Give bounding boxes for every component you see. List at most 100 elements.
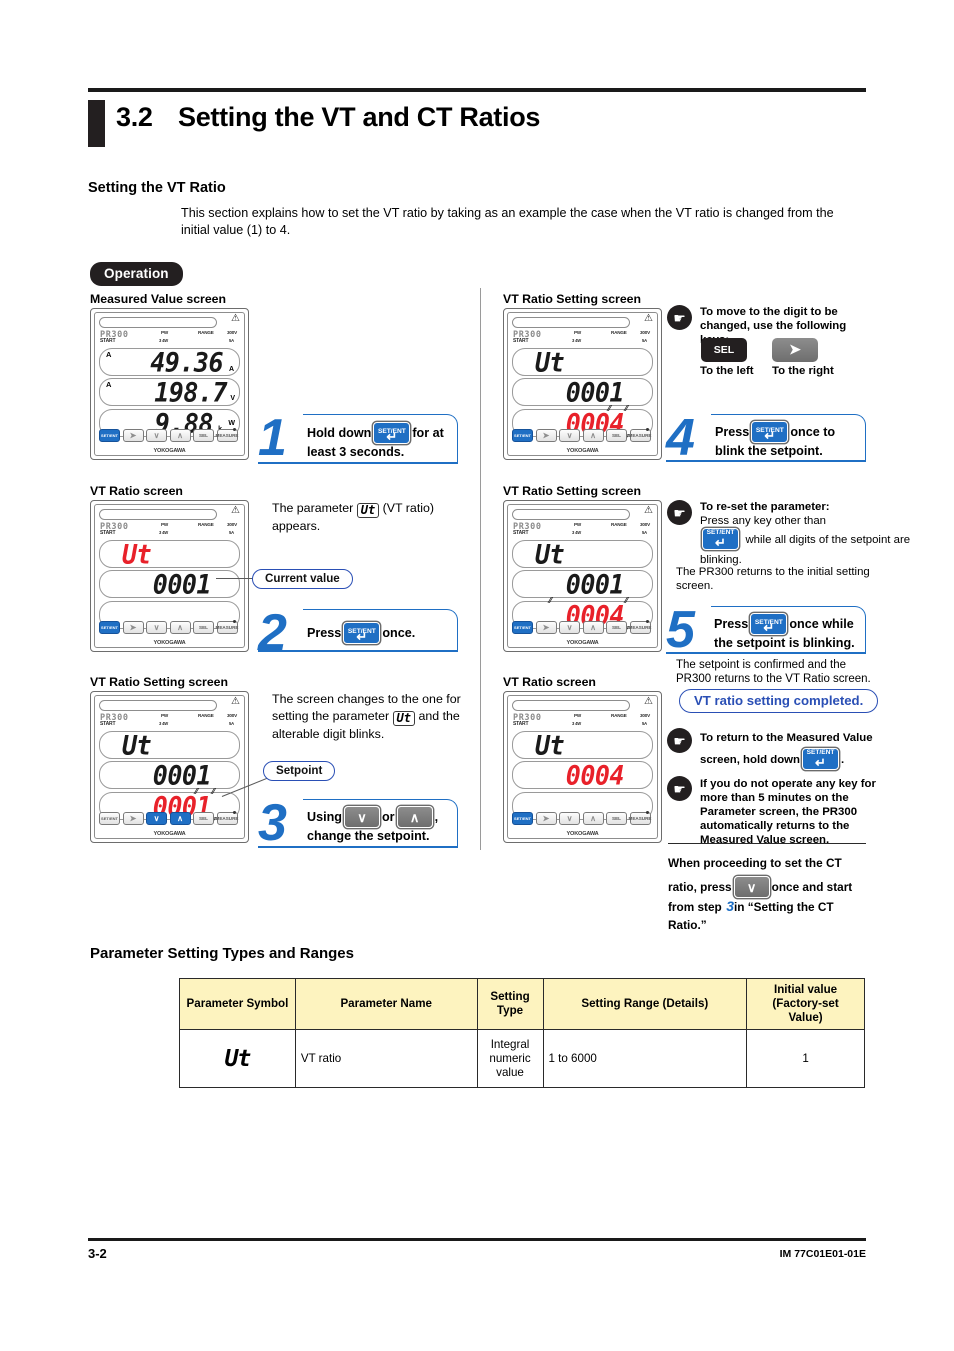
intro-paragraph: This section explains how to set the VT … bbox=[181, 206, 834, 237]
step3-text-or: or bbox=[381, 810, 395, 824]
key-up[interactable]: ∧ bbox=[582, 429, 604, 442]
key-down[interactable]: ∨ bbox=[146, 429, 167, 442]
cell-symbol: Ut bbox=[179, 1029, 296, 1088]
key-sel[interactable]: SEL bbox=[193, 429, 214, 442]
key-measure[interactable]: MEASURE bbox=[216, 811, 239, 825]
note-ct-line: ratio, press ∨ once and start from step 3i… bbox=[668, 876, 873, 934]
device-keyrow-2: SET/ENT ➤ ∨ ∧ SEL MEASURE bbox=[99, 620, 239, 634]
section-title: Setting the VT and CT Ratios bbox=[178, 102, 541, 132]
key-setent[interactable]: SET/ENT bbox=[99, 621, 120, 634]
key-down[interactable]: ∨ bbox=[559, 812, 580, 825]
lcd2-value: 198.7 bbox=[154, 377, 227, 408]
lcd2-unit-right: V bbox=[230, 395, 235, 402]
key-setent[interactable]: SET/ENT bbox=[512, 621, 533, 634]
key-up[interactable]: ∧ bbox=[169, 621, 191, 634]
setent-key-icon[interactable]: SET/ENT ↵ bbox=[373, 422, 411, 444]
note-ct-a: When proceeding to set the CT bbox=[668, 856, 842, 870]
key-right[interactable]: ➤ bbox=[122, 621, 144, 634]
indicator-volt: 300V bbox=[227, 522, 237, 527]
key-right[interactable]: ➤ bbox=[122, 812, 144, 825]
key-setent[interactable]: SET/ENT bbox=[512, 812, 533, 825]
key-down[interactable]: ∨ bbox=[559, 429, 580, 442]
blink-tick-icon: ⁄⁄ bbox=[608, 403, 611, 413]
key-right[interactable]: ➤ bbox=[122, 429, 144, 442]
device-panel-2: ⚠ PR300 START PW 3 4W RANGE 300V 5A Ut 0… bbox=[90, 500, 249, 652]
setent-key-icon[interactable]: SET/ENT ↵ bbox=[343, 622, 381, 644]
table-title: Parameter Setting Types and Ranges bbox=[90, 945, 354, 962]
panel-label-3: VT Ratio Setting screen bbox=[90, 675, 229, 689]
key-sel[interactable]: SEL bbox=[606, 621, 627, 634]
step-callout-base-5 bbox=[666, 652, 866, 654]
key-down[interactable]: ∨ bbox=[559, 621, 580, 634]
parameter-table: Parameter Symbol Parameter Name Setting … bbox=[179, 978, 865, 1088]
key-measure[interactable]: MEASURE bbox=[216, 428, 239, 442]
key-measure[interactable]: MEASURE bbox=[629, 428, 652, 442]
yokogawa-logo: YOKOGAWA bbox=[566, 831, 599, 837]
key-sel[interactable]: SEL bbox=[606, 429, 627, 442]
setent-key-icon[interactable]: SET/ENT ↵ bbox=[802, 748, 839, 770]
lcd2-value: 0001 bbox=[152, 760, 212, 791]
device-keyrow-1: SET/ENT ➤ ∨ ∧ SEL MEASURE bbox=[99, 428, 239, 442]
vt-symbol-icon: Ut bbox=[392, 711, 415, 726]
device-start-label: START bbox=[100, 721, 116, 727]
step-callout-base-4 bbox=[666, 460, 866, 462]
device-start-label: START bbox=[513, 721, 529, 727]
key-up[interactable]: ∧ bbox=[582, 621, 604, 634]
key-sel[interactable]: SEL bbox=[606, 812, 627, 825]
setent-key-icon[interactable]: SET/ENT ↵ bbox=[702, 528, 739, 550]
lcd2-value: 0004 bbox=[565, 760, 625, 791]
indicator-range: RANGE bbox=[611, 713, 627, 718]
th-setting-type-l2: Type bbox=[496, 1004, 524, 1017]
device-start-label: START bbox=[513, 530, 529, 536]
th-initial-l3: Value) bbox=[788, 1011, 823, 1024]
key-setent[interactable]: SET/ENT bbox=[99, 812, 120, 825]
device-keyrow-4: SET/ENT ➤ ∨ ∧ SEL MEASURE bbox=[512, 428, 652, 442]
indicator-pw: PW bbox=[161, 330, 168, 335]
panel2-description: The parameter Ut (VT ratio) appears. bbox=[272, 500, 472, 535]
down-key-icon[interactable]: ∨ bbox=[733, 876, 770, 898]
setent-key-icon[interactable]: SET/ENT ↵ bbox=[750, 613, 788, 635]
blink-tick-icon: ⁄⁄ bbox=[212, 786, 215, 796]
device-start-label: START bbox=[100, 530, 116, 536]
key-setent[interactable]: SET/ENT bbox=[99, 429, 120, 442]
device-top-slot bbox=[512, 317, 630, 328]
step-text-3: Using ∨ or ∧, change the setpoint. bbox=[307, 806, 462, 845]
key-setent[interactable]: SET/ENT bbox=[512, 429, 533, 442]
key-down[interactable]: ∨ bbox=[146, 621, 167, 634]
key-down[interactable]: ∨ bbox=[146, 812, 167, 825]
indicator-amp: 5A bbox=[642, 530, 647, 535]
key-measure[interactable]: MEASURE bbox=[216, 620, 239, 634]
lcd-line-1: Ut bbox=[99, 538, 240, 570]
key-right[interactable]: ➤ bbox=[535, 621, 557, 634]
step-text-4: Press SET/ENT ↵ once to blink the setpoint. bbox=[715, 421, 867, 460]
lcd2-unit-left: A bbox=[106, 380, 112, 389]
right-key-icon[interactable]: ➤ bbox=[772, 338, 818, 362]
step-number-3: 3 bbox=[258, 794, 287, 852]
note-divider bbox=[668, 843, 866, 845]
key-up[interactable]: ∧ bbox=[582, 812, 604, 825]
blink-tick-icon: ⁄⁄ bbox=[549, 595, 552, 605]
note-reset-b-cont bbox=[676, 551, 872, 565]
indicator-volt: 300V bbox=[640, 713, 650, 718]
key-up[interactable]: ∧ bbox=[169, 429, 191, 442]
lcd-line-2: A 198.7 V bbox=[99, 377, 240, 408]
device-panel-3: ⚠ PR300 START PW 3 4W RANGE 300V 5A Ut 0… bbox=[90, 691, 249, 843]
key-sel[interactable]: SEL bbox=[193, 621, 214, 634]
lcd-line-1: Ut bbox=[512, 347, 653, 377]
key-up[interactable]: ∧ bbox=[169, 812, 191, 825]
lcd1-parameter: Ut bbox=[122, 538, 152, 570]
down-key-icon[interactable]: ∨ bbox=[343, 806, 380, 828]
key-right[interactable]: ➤ bbox=[535, 812, 557, 825]
step-text-1: Hold down SET/ENT ↵ for at least 3 seconds. bbox=[307, 422, 459, 461]
key-sel[interactable]: SEL bbox=[193, 812, 214, 825]
sel-key-icon[interactable]: SEL bbox=[701, 338, 747, 362]
key-right[interactable]: ➤ bbox=[535, 429, 557, 442]
key-measure[interactable]: MEASURE bbox=[629, 811, 652, 825]
warning-icon: ⚠ bbox=[644, 505, 653, 516]
up-key-icon[interactable]: ∧ bbox=[396, 806, 433, 828]
key-measure[interactable]: MEASURE bbox=[629, 620, 652, 634]
page-number: 3-2 bbox=[88, 1246, 107, 1261]
device-keyrow-3: SET/ENT ➤ ∨ ∧ SEL MEASURE bbox=[99, 811, 239, 825]
yokogawa-logo: YOKOGAWA bbox=[153, 448, 186, 454]
setent-key-icon[interactable]: SET/ENT ↵ bbox=[751, 421, 789, 443]
